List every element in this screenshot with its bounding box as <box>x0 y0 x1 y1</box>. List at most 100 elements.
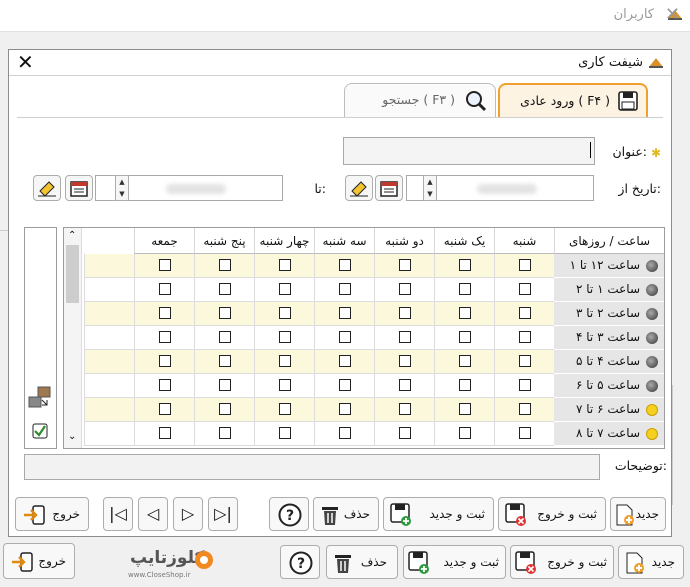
shift-checkbox[interactable] <box>279 307 291 319</box>
nav-prev-button[interactable]: ◁ <box>138 497 168 531</box>
dialog-save-new-button[interactable]: ثبت و جدید <box>383 497 494 531</box>
shift-checkbox[interactable] <box>519 259 531 271</box>
shift-checkbox[interactable] <box>159 403 171 415</box>
dialog-delete-button[interactable]: حذف <box>313 497 379 531</box>
check-all-icon[interactable] <box>32 423 48 439</box>
outer-close-icon[interactable]: ✕ <box>665 4 680 25</box>
shift-checkbox[interactable] <box>399 331 411 343</box>
outer-new-button[interactable]: جدید <box>618 545 684 579</box>
shift-checkbox[interactable] <box>339 379 351 391</box>
shift-checkbox[interactable] <box>159 379 171 391</box>
outer-window-title: کاربران <box>613 7 654 22</box>
shift-checkbox[interactable] <box>399 403 411 415</box>
grid-header-day[interactable]: شنبه <box>494 228 554 254</box>
shift-checkbox[interactable] <box>519 283 531 295</box>
grid-header-day[interactable]: چهار شنبه <box>254 228 314 254</box>
shift-checkbox[interactable] <box>219 283 231 295</box>
shift-checkbox[interactable] <box>459 355 471 367</box>
shift-checkbox[interactable] <box>339 427 351 439</box>
shift-checkbox[interactable] <box>519 331 531 343</box>
shift-checkbox[interactable] <box>459 259 471 271</box>
shift-checkbox[interactable] <box>219 307 231 319</box>
outer-exit-button[interactable]: خروج <box>3 543 75 579</box>
shift-checkbox[interactable] <box>339 355 351 367</box>
shift-checkbox[interactable] <box>399 307 411 319</box>
shift-checkbox[interactable] <box>159 283 171 295</box>
grid-header-day[interactable]: سه شنبه <box>314 228 374 254</box>
notes-input[interactable] <box>24 454 600 480</box>
shift-checkbox[interactable] <box>399 283 411 295</box>
shift-checkbox[interactable] <box>459 331 471 343</box>
shift-checkbox[interactable] <box>279 427 291 439</box>
shift-checkbox[interactable] <box>159 259 171 271</box>
shift-checkbox[interactable] <box>159 307 171 319</box>
shift-checkbox[interactable] <box>279 331 291 343</box>
nav-first-button[interactable]: |◁ <box>103 497 133 531</box>
tab-search[interactable]: جستجو ( F۳ ) <box>344 83 496 117</box>
outer-delete-button[interactable]: حذف <box>326 545 398 579</box>
grid-header-day[interactable]: یک شنبه <box>434 228 494 254</box>
shift-checkbox[interactable] <box>339 283 351 295</box>
shift-checkbox[interactable] <box>339 259 351 271</box>
grid-row: ساعت ۳ تا ۴ <box>64 326 664 350</box>
shift-checkbox[interactable] <box>399 355 411 367</box>
grid-cell <box>434 278 494 302</box>
grid-header-day[interactable]: دو شنبه <box>374 228 434 254</box>
shift-checkbox[interactable] <box>219 355 231 367</box>
shift-checkbox[interactable] <box>519 427 531 439</box>
shift-checkbox[interactable] <box>279 283 291 295</box>
shift-checkbox[interactable] <box>339 307 351 319</box>
row-hour-label: ساعت ۷ تا ۸ <box>576 426 640 440</box>
shift-checkbox[interactable] <box>459 379 471 391</box>
shift-checkbox[interactable] <box>219 403 231 415</box>
dialog-save-exit-button[interactable]: ثبت و خروج <box>498 497 606 531</box>
shift-checkbox[interactable] <box>219 379 231 391</box>
shift-checkbox[interactable] <box>519 379 531 391</box>
shift-checkbox[interactable] <box>519 307 531 319</box>
shift-checkbox[interactable] <box>219 259 231 271</box>
outer-save-exit-button[interactable]: ثبت و خروج <box>510 545 614 579</box>
nav-next-button[interactable]: ▷ <box>173 497 203 531</box>
grid-cell <box>374 422 434 446</box>
outer-delete-label: حذف <box>360 555 387 569</box>
outer-save-new-button[interactable]: ثبت و جدید <box>403 545 506 579</box>
shift-checkbox[interactable] <box>279 355 291 367</box>
shift-checkbox[interactable] <box>399 379 411 391</box>
shift-checkbox[interactable] <box>459 403 471 415</box>
shift-checkbox[interactable] <box>279 379 291 391</box>
nav-last-button[interactable]: ▷| <box>208 497 238 531</box>
grid-header-day[interactable]: جمعه <box>134 228 194 254</box>
date-to-spinner[interactable]: ▲ ▼ <box>115 175 129 201</box>
date-from-clear-button[interactable] <box>345 175 373 201</box>
shift-checkbox[interactable] <box>159 427 171 439</box>
shift-checkbox[interactable] <box>399 427 411 439</box>
shift-checkbox[interactable] <box>219 331 231 343</box>
dialog-close-icon[interactable]: ✕ <box>17 50 34 74</box>
shift-checkbox[interactable] <box>339 403 351 415</box>
shift-checkbox[interactable] <box>339 331 351 343</box>
fill-color-icon[interactable] <box>28 386 52 408</box>
shift-checkbox[interactable] <box>159 331 171 343</box>
grid-header-day[interactable]: پنج شنبه <box>194 228 254 254</box>
date-from-calendar-button[interactable] <box>375 175 403 201</box>
shift-checkbox[interactable] <box>459 283 471 295</box>
date-to-clear-button[interactable] <box>33 175 61 201</box>
shift-checkbox[interactable] <box>279 259 291 271</box>
date-to-calendar-button[interactable] <box>65 175 93 201</box>
outer-help-button[interactable]: ? <box>280 545 320 579</box>
dialog-help-button[interactable]: ? <box>269 497 309 531</box>
tab-normal-entry[interactable]: ورود عادی ( F۴ ) <box>498 83 648 117</box>
shift-checkbox[interactable] <box>459 427 471 439</box>
shift-checkbox[interactable] <box>399 259 411 271</box>
shift-checkbox[interactable] <box>519 403 531 415</box>
grid-row-header: ساعت ۳ تا ۴ <box>554 326 664 350</box>
title-input[interactable] <box>343 137 595 165</box>
dialog-new-button[interactable]: جدید <box>610 497 666 531</box>
shift-checkbox[interactable] <box>279 403 291 415</box>
shift-checkbox[interactable] <box>519 355 531 367</box>
shift-checkbox[interactable] <box>159 355 171 367</box>
shift-checkbox[interactable] <box>219 427 231 439</box>
shift-checkbox[interactable] <box>459 307 471 319</box>
dialog-exit-button[interactable]: خروج <box>15 497 89 531</box>
date-from-spinner[interactable]: ▲ ▼ <box>423 175 437 201</box>
